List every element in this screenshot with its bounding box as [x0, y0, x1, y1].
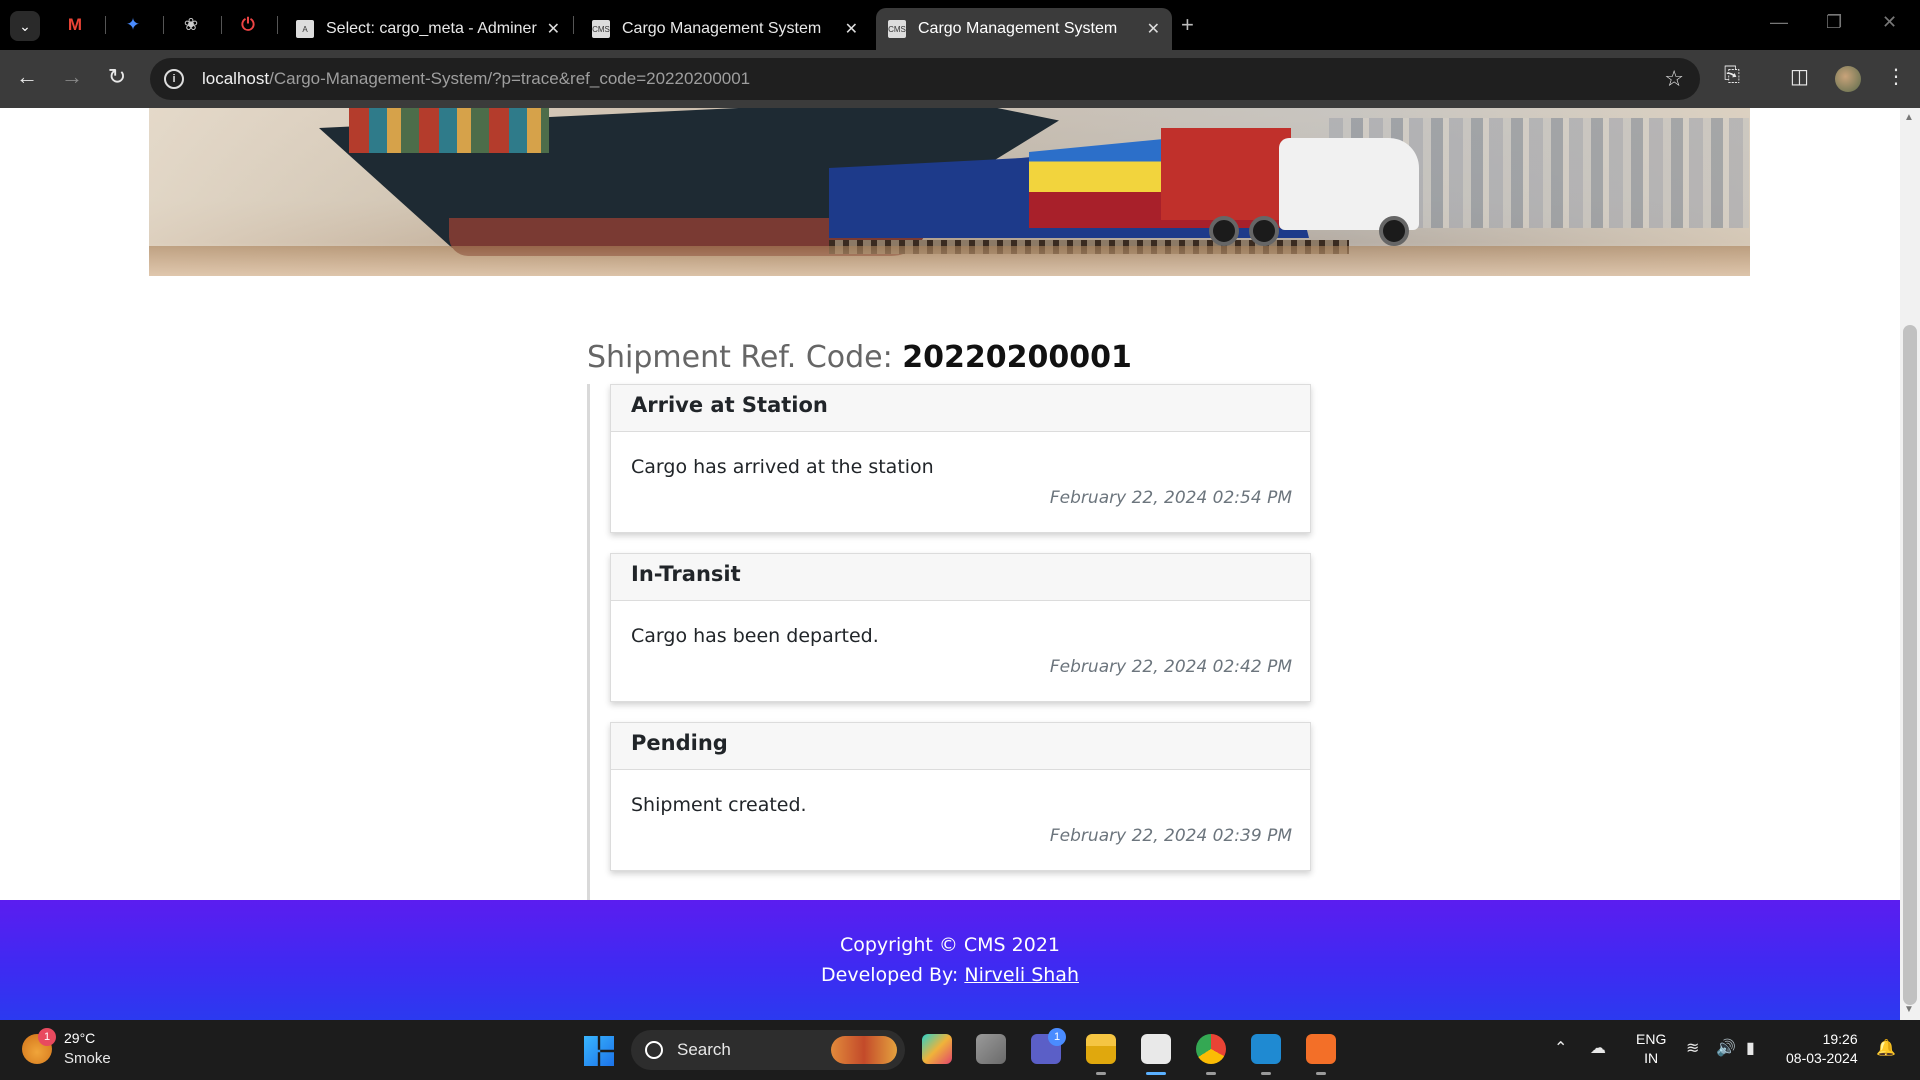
scrollbar-thumb[interactable]	[1903, 325, 1917, 1005]
search-highlight-image	[831, 1036, 897, 1064]
trace-message: Shipment created.	[631, 794, 807, 816]
start-windows-icon[interactable]	[584, 1036, 614, 1066]
tab-separator	[221, 16, 222, 34]
new-tab-icon[interactable]: +	[1181, 12, 1194, 38]
trace-date: February 22, 2024 02:39 PM	[1049, 826, 1292, 846]
tab-separator	[163, 16, 164, 34]
taskbar-search-label: Search	[677, 1040, 731, 1059]
wifi-icon[interactable]: ≋	[1686, 1038, 1699, 1058]
trace-status: Arrive at Station	[611, 385, 1310, 432]
running-indicator	[1206, 1072, 1216, 1075]
file-explorer-icon[interactable]	[1086, 1034, 1116, 1064]
system-clock[interactable]: 19:26 08-03-2024	[1786, 1030, 1858, 1068]
close-icon[interactable]: ✕	[547, 19, 560, 39]
extensions-icon[interactable]: ⎘	[1724, 64, 1740, 87]
browser-tab-bar: ⌄ M ✦ ❀ ⏻ A Select: cargo_meta - Adminer…	[0, 0, 1920, 50]
volume-icon[interactable]: 🔊	[1716, 1038, 1736, 1058]
tab-cargo-1[interactable]: CMS Cargo Management System ✕	[580, 8, 870, 50]
running-indicator	[1096, 1072, 1106, 1075]
back-icon[interactable]: ←	[12, 64, 42, 90]
windows-taskbar: 1 29°C Smoke Search 1 ⌃ ☁ ENG IN ≋ 🔊 ▮ 19…	[0, 1020, 1920, 1080]
cargo-favicon-icon: CMS	[888, 20, 906, 38]
page-title: Shipment Ref. Code: 20220200001	[587, 340, 1132, 375]
menu-kebab-icon[interactable]: ⋮	[1886, 64, 1906, 89]
task-view-icon[interactable]	[976, 1034, 1006, 1064]
adminer-icon: A	[296, 20, 314, 38]
bookmark-star-icon[interactable]: ☆	[1664, 66, 1684, 92]
vscode-icon[interactable]	[1251, 1034, 1281, 1064]
search-icon	[645, 1041, 663, 1059]
tab-label: Cargo Management System	[918, 20, 1118, 37]
weather-description[interactable]: Smoke	[64, 1050, 111, 1067]
sidepanel-icon[interactable]: ◫	[1790, 64, 1809, 89]
scroll-up-icon[interactable]: ▲	[1904, 112, 1914, 123]
tab-label: Select: cargo_meta - Adminer	[326, 20, 537, 37]
footer-copyright: Copyright © CMS 2021	[839, 934, 1061, 956]
address-bar[interactable]: i localhost/Cargo-Management-System/?p=t…	[150, 58, 1700, 100]
trace-date: February 22, 2024 02:54 PM	[1049, 488, 1292, 508]
taskbar-search[interactable]: Search	[631, 1030, 905, 1070]
profile-avatar[interactable]	[1835, 66, 1861, 92]
running-indicator	[1261, 1072, 1271, 1075]
reload-icon[interactable]: ↻	[102, 64, 132, 90]
tab-search-icon[interactable]: ⌄	[10, 11, 40, 41]
trace-message: Cargo has arrived at the station	[631, 456, 934, 478]
timeline-line	[587, 384, 590, 980]
window-close-icon[interactable]: ✕	[1882, 12, 1897, 33]
language-indicator[interactable]: ENG IN	[1636, 1030, 1666, 1068]
footer-developer: Developed By: Nirveli Shah	[821, 964, 1079, 986]
tab-separator	[277, 16, 278, 34]
forward-icon[interactable]: →	[57, 64, 87, 90]
close-icon[interactable]: ✕	[845, 19, 858, 39]
onedrive-icon[interactable]: ☁	[1590, 1038, 1606, 1058]
tab-cargo-active[interactable]: CMS Cargo Management System ✕	[876, 8, 1172, 50]
active-indicator	[1146, 1072, 1166, 1075]
tab-label: Cargo Management System	[622, 20, 822, 37]
trace-card: Arrive at Station Cargo has arrived at t…	[610, 384, 1311, 533]
url-text[interactable]: localhost/Cargo-Management-System/?p=tra…	[202, 69, 750, 89]
page-footer: Copyright © CMS 2021 Developed By: Nirve…	[0, 900, 1900, 1020]
trace-date: February 22, 2024 02:42 PM	[1049, 657, 1292, 677]
cargo-favicon-icon: CMS	[592, 20, 610, 38]
toggl-icon[interactable]: ⏻	[235, 12, 261, 38]
trace-message: Cargo has been departed.	[631, 625, 879, 647]
restore-icon[interactable]: ❐	[1826, 12, 1842, 33]
minimize-icon[interactable]: —	[1770, 12, 1788, 33]
teams-badge: 1	[1048, 1028, 1066, 1046]
cargo-banner-image	[149, 108, 1750, 276]
site-info-icon[interactable]: i	[164, 69, 184, 89]
weather-temperature[interactable]: 29°C	[64, 1030, 95, 1046]
weather-badge: 1	[38, 1028, 56, 1046]
gmail-icon[interactable]: M	[62, 12, 88, 38]
chatgpt-icon[interactable]: ❀	[178, 12, 204, 38]
notification-bell-icon[interactable]: 🔔	[1876, 1038, 1896, 1058]
copilot-preview-icon[interactable]	[922, 1034, 952, 1064]
ref-code: 20220200001	[902, 340, 1132, 375]
show-hidden-icons-icon[interactable]: ⌃	[1554, 1038, 1567, 1058]
tab-separator	[573, 16, 574, 34]
scroll-down-icon[interactable]: ▼	[1904, 1004, 1914, 1015]
close-icon[interactable]: ✕	[1147, 19, 1160, 39]
battery-icon[interactable]: ▮	[1746, 1038, 1755, 1058]
snipping-tool-icon[interactable]	[1141, 1034, 1171, 1064]
chrome-icon[interactable]	[1196, 1034, 1226, 1064]
trace-card: In-Transit Cargo has been departed. Febr…	[610, 553, 1311, 702]
page-content: Shipment Ref. Code: 20220200001 Arrive a…	[0, 108, 1900, 1020]
gemini-icon[interactable]: ✦	[120, 12, 146, 38]
running-indicator	[1316, 1072, 1326, 1075]
trace-status: In-Transit	[611, 554, 1310, 601]
tab-separator	[105, 16, 106, 34]
trace-card: Pending Shipment created. February 22, 2…	[610, 722, 1311, 871]
trace-status: Pending	[611, 723, 1310, 770]
tab-adminer[interactable]: A Select: cargo_meta - Adminer ✕	[284, 8, 572, 50]
xampp-icon[interactable]	[1306, 1034, 1336, 1064]
developer-link[interactable]: Nirveli Shah	[964, 964, 1079, 986]
